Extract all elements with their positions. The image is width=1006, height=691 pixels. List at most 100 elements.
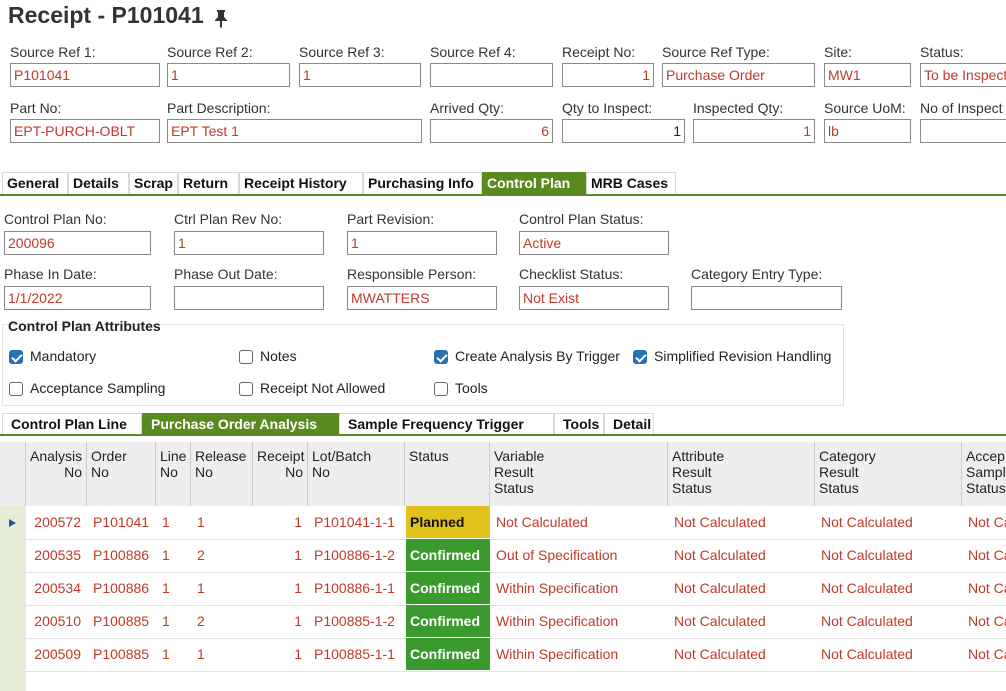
field-part-no[interactable]: EPT-PURCH-OBLT xyxy=(10,119,160,143)
table-row[interactable]: 200572 P101041 1 1 1 P101041-1-1 Planned Not Ca… xyxy=(0,506,1006,539)
field-part-revision[interactable]: 1 xyxy=(347,231,497,255)
field-label-source-ref-type: Source Ref Type: xyxy=(662,44,770,60)
checkbox-tools-box[interactable] xyxy=(434,382,448,396)
tab-purchasing-info[interactable]: Purchasing Info xyxy=(363,172,482,194)
cell-accept: Not Ca xyxy=(968,514,1006,530)
field-source-ref-type[interactable]: Purchase Order xyxy=(662,63,815,87)
column-header-attribute-line: Result xyxy=(672,464,712,480)
checkbox-receipt-not-allowed-box[interactable] xyxy=(239,382,253,396)
subtab-purchase-order-analysis[interactable]: Purchase Order Analysis xyxy=(142,413,339,435)
checkbox-simplified-revision-handling-box[interactable] xyxy=(633,350,647,364)
column-header-attribute-line: Attribute xyxy=(672,448,725,464)
cell-analysis: 200510 xyxy=(34,613,81,629)
table-row[interactable]: 200509 P100885 1 1 1 P100885-1-1 Confirmed With… xyxy=(0,638,1006,671)
main-tab-bar: General Details Scrap Return Receipt History… xyxy=(2,172,676,194)
field-site[interactable]: MW1 xyxy=(824,63,911,87)
cell-lot: P100886-1-1 xyxy=(314,580,395,596)
checkbox-mandatory[interactable]: Mandatory xyxy=(9,348,209,367)
checkbox-acceptance-sampling-box[interactable] xyxy=(9,382,23,396)
tab-control-plan[interactable]: Control Plan xyxy=(482,172,586,194)
cell-receipt: 1 xyxy=(294,547,302,563)
field-no-of-inspect[interactable] xyxy=(920,119,1006,143)
field-phase-in-date[interactable]: 1/1/2022 xyxy=(4,286,151,310)
field-phase-out-date[interactable] xyxy=(174,286,324,310)
checkbox-acceptance-sampling[interactable]: Acceptance Sampling xyxy=(9,380,209,399)
column-header-variable[interactable]: Variable Result Status xyxy=(490,442,668,506)
checkbox-tools[interactable]: Tools xyxy=(434,380,634,399)
pin-icon[interactable] xyxy=(212,8,230,28)
cell-variable: Not Calculated xyxy=(496,514,588,530)
checkbox-notes[interactable]: Notes xyxy=(239,348,439,367)
field-inspected-qty[interactable]: 1 xyxy=(693,119,815,143)
cell-line: 1 xyxy=(162,580,170,596)
field-label-control-plan-no: Control Plan No: xyxy=(4,211,107,227)
field-label-arrived-qty: Arrived Qty: xyxy=(430,100,504,116)
cell-variable: Within Specification xyxy=(496,613,619,629)
cell-release: 2 xyxy=(197,613,205,629)
cell-line: 1 xyxy=(162,646,170,662)
checkbox-tools-label: Tools xyxy=(455,380,488,396)
checkbox-mandatory-label: Mandatory xyxy=(30,348,97,364)
status-badge: Confirmed xyxy=(406,638,490,670)
cell-variable: Within Specification xyxy=(496,580,619,596)
column-header-release[interactable]: Release No xyxy=(191,442,253,506)
checkbox-create-analysis-by-trigger-label: Create Analysis By Trigger xyxy=(455,348,620,364)
checkbox-create-analysis-by-trigger-box[interactable] xyxy=(434,350,448,364)
cell-category: Not Calculated xyxy=(821,514,913,530)
field-status[interactable]: To be Inspect xyxy=(920,63,1006,87)
subtab-detail[interactable]: Detail xyxy=(604,413,654,435)
column-header-line[interactable]: Line No xyxy=(156,442,191,506)
field-arrived-qty[interactable]: 6 xyxy=(430,119,553,143)
checkbox-mandatory-box[interactable] xyxy=(9,350,23,364)
tab-return[interactable]: Return xyxy=(178,172,239,194)
column-header-analysis[interactable]: Analysis No xyxy=(26,442,87,506)
column-header-status[interactable]: Status xyxy=(405,442,490,506)
subtab-sample-frequency-trigger[interactable]: Sample Frequency Trigger xyxy=(339,413,554,435)
field-source-ref-1[interactable]: P101041 xyxy=(10,63,160,87)
field-source-ref-2[interactable]: 1 xyxy=(167,63,290,87)
column-header-lot-batch[interactable]: Lot/Batch No xyxy=(308,442,405,506)
column-header-lot-batch-line: Lot/Batch xyxy=(312,448,372,464)
field-qty-to-inspect[interactable]: 1 xyxy=(562,119,685,143)
sub-tab-underline xyxy=(0,434,1006,436)
field-label-source-uom: Source UoM: xyxy=(824,100,906,116)
checkbox-receipt-not-allowed[interactable]: Receipt Not Allowed xyxy=(239,380,439,399)
column-header-accep[interactable]: Accep Sampl Status xyxy=(962,442,1006,506)
tab-receipt-history[interactable]: Receipt History xyxy=(239,172,363,194)
tab-general[interactable]: General xyxy=(2,172,68,194)
cell-accept: Not Ca xyxy=(968,646,1006,662)
table-row[interactable]: 200535 P100886 1 2 1 P100886-1-2 Confirmed Out … xyxy=(0,539,1006,572)
field-category-entry-type[interactable] xyxy=(691,286,842,310)
cell-attribute: Not Calculated xyxy=(674,547,766,563)
field-source-ref-3[interactable]: 1 xyxy=(299,63,421,87)
field-label-phase-out-date: Phase Out Date: xyxy=(174,266,278,282)
field-part-description[interactable]: EPT Test 1 xyxy=(167,119,422,143)
table-row[interactable]: 200510 P100885 1 2 1 P100885-1-2 Confirmed With… xyxy=(0,605,1006,638)
field-receipt-no[interactable]: 1 xyxy=(562,63,654,87)
checkbox-receipt-not-allowed-label: Receipt Not Allowed xyxy=(260,380,386,396)
column-header-attribute[interactable]: Attribute Result Status xyxy=(668,442,815,506)
field-ctrl-plan-rev-no[interactable]: 1 xyxy=(174,231,324,255)
field-source-ref-4[interactable] xyxy=(430,63,553,87)
table-row[interactable]: 200534 P100886 1 1 1 P100886-1-1 Confirmed With… xyxy=(0,572,1006,605)
checkbox-create-analysis-by-trigger[interactable]: Create Analysis By Trigger xyxy=(434,348,634,367)
subtab-tools[interactable]: Tools xyxy=(554,413,604,435)
attributes-title: Control Plan Attributes xyxy=(8,318,161,334)
field-control-plan-no[interactable]: 200096 xyxy=(4,231,151,255)
column-header-category[interactable]: Category Result Status xyxy=(815,442,962,506)
field-label-control-plan-status: Control Plan Status: xyxy=(519,211,644,227)
tab-mrb-cases[interactable]: MRB Cases xyxy=(586,172,676,194)
column-header-receipt[interactable]: Receipt No xyxy=(253,442,308,506)
field-source-uom[interactable]: lb xyxy=(824,119,911,143)
checkbox-notes-box[interactable] xyxy=(239,350,253,364)
field-control-plan-status[interactable]: Active xyxy=(519,231,669,255)
field-label-source-ref-4: Source Ref 4: xyxy=(430,44,516,60)
field-responsible-person[interactable]: MWATTERS xyxy=(347,286,497,310)
column-header-order[interactable]: Order No xyxy=(87,442,156,506)
cell-line: 1 xyxy=(162,613,170,629)
field-checklist-status[interactable]: Not Exist xyxy=(519,286,669,310)
tab-details[interactable]: Details xyxy=(68,172,129,194)
checkbox-simplified-revision-handling[interactable]: Simplified Revision Handling xyxy=(633,348,833,367)
subtab-control-plan-line[interactable]: Control Plan Line xyxy=(2,413,142,435)
tab-scrap[interactable]: Scrap xyxy=(129,172,178,194)
